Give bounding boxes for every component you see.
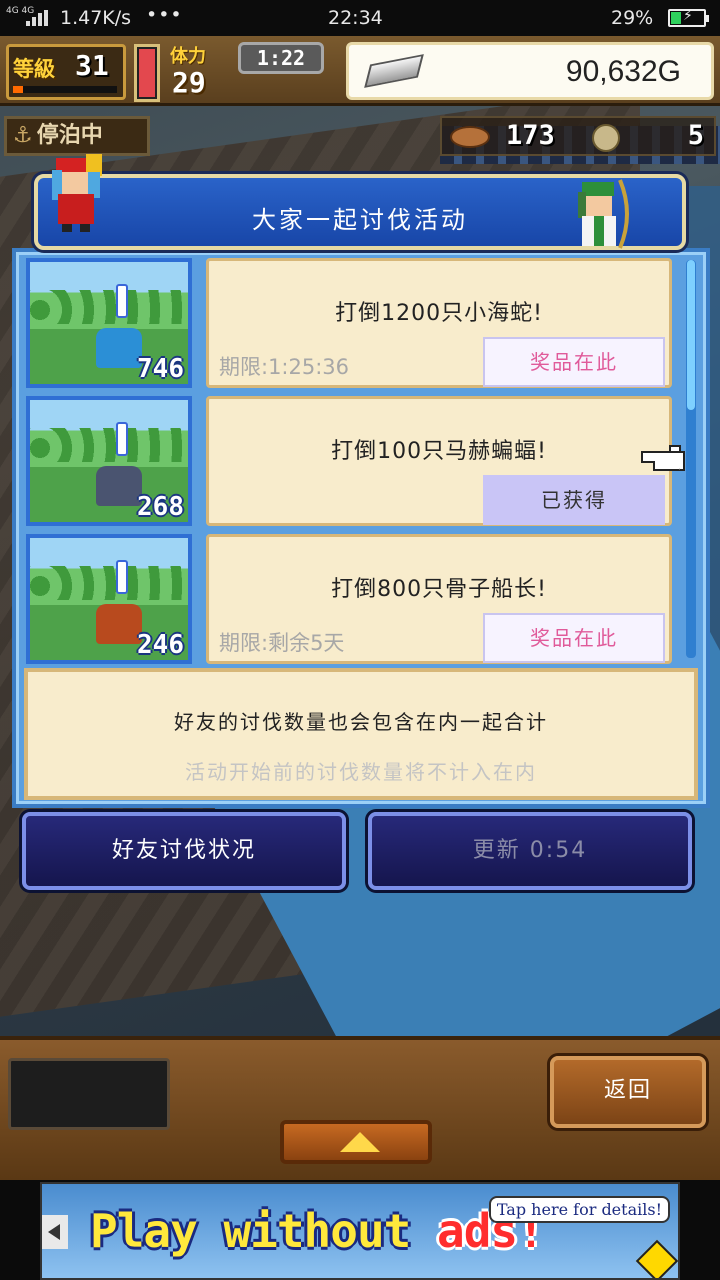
pirate-girl-icon xyxy=(52,154,102,232)
mission-goal: 打倒1200只小海蛇! xyxy=(335,301,543,326)
ship-status-row: ⚓ 停泊中 173 5 xyxy=(0,112,720,156)
note-line-2: 活动开始前的讨伐数量将不计入在内 xyxy=(185,760,537,784)
mission-deadline: 期限:1:25:36 xyxy=(219,355,350,379)
ad-details-tip[interactable]: Tap here for details! xyxy=(488,1196,670,1223)
kill-count: 746 xyxy=(137,354,184,384)
gold-panel[interactable]: 90,632G xyxy=(346,42,714,100)
friend-status-button[interactable]: 好友讨伐状况 xyxy=(22,812,346,890)
mission-row: 746 打倒1200只小海蛇! 期限:1:25:36 奖品在此 xyxy=(26,258,680,390)
mission-row: 268 打倒100只马赫蝙蝠! 已获得 xyxy=(26,396,680,528)
obtained-label: 已获得 xyxy=(483,475,665,525)
kill-count: 268 xyxy=(137,492,184,522)
stamina-label: 体力 xyxy=(170,46,206,67)
pointer-hand-icon xyxy=(641,445,685,471)
anchor-status-label: 停泊中 xyxy=(36,123,103,148)
top-hud: 等級 31 体力 29 1:22 90,632G xyxy=(0,36,720,106)
mission-row: 246 打倒800只骨子船长! 期限:剩余5天 奖品在此 xyxy=(26,534,680,666)
exclamation-icon xyxy=(116,560,128,594)
exp-bar xyxy=(13,86,117,93)
ad-title: Play without ads! xyxy=(90,1204,545,1258)
prize-button[interactable]: 奖品在此 xyxy=(483,613,665,663)
archer-icon xyxy=(578,179,629,249)
exclamation-icon xyxy=(116,422,128,456)
stamina-timer: 1:22 xyxy=(238,42,324,74)
clock: 22:34 xyxy=(328,7,383,29)
resource-bar: 173 5 xyxy=(440,116,716,156)
exclamation-icon xyxy=(116,284,128,318)
ad-badge-icon xyxy=(635,1239,678,1278)
coin-icon xyxy=(592,124,620,152)
battery-percent: 29% xyxy=(611,7,654,29)
ad-content[interactable]: Play without ads! Tap here for details! xyxy=(40,1182,680,1280)
signal-icon xyxy=(26,10,48,26)
mission-card: 打倒1200只小海蛇! 期限:1:25:36 奖品在此 xyxy=(206,258,672,388)
net-speed: 1.47K/s xyxy=(60,7,132,29)
anchor-icon: ⚓ xyxy=(13,123,33,148)
gold-value: 90,632G xyxy=(565,55,681,88)
silver-bar-icon xyxy=(364,54,424,88)
system-status-bar: 4G 4G 1.47K/s ••• 22:34 29% ⚡ xyxy=(0,0,720,36)
ad-banner[interactable]: Play without ads! Tap here for details! xyxy=(0,1180,720,1280)
expand-menu-button[interactable] xyxy=(280,1120,432,1164)
monster-icon xyxy=(96,604,142,644)
mission-goal: 打倒800只骨子船长! xyxy=(331,577,547,602)
mission-goal: 打倒100只马赫蝙蝠! xyxy=(331,439,547,464)
stamina-gauge xyxy=(134,44,160,102)
coin-value: 5 xyxy=(687,120,704,151)
prize-button[interactable]: 奖品在此 xyxy=(483,337,665,387)
more-dots-icon: ••• xyxy=(146,4,183,26)
mission-thumbnail: 746 xyxy=(26,258,192,388)
event-panel: 746 打倒1200只小海蛇! 期限:1:25:36 奖品在此 268 打倒10… xyxy=(12,248,710,808)
note-line-1: 好友的讨伐数量也会包含在内一起合计 xyxy=(174,710,548,734)
ad-title-main: Play without xyxy=(90,1204,438,1258)
battery-icon: ⚡ xyxy=(668,8,709,27)
stamina-value: 29 xyxy=(172,66,206,99)
level-value: 31 xyxy=(75,49,109,82)
mission-card: 打倒100只马赫蝙蝠! 已获得 xyxy=(206,396,672,526)
level-label: 等級 xyxy=(13,57,55,81)
back-button[interactable]: 返回 xyxy=(550,1056,706,1128)
cargo-value: 173 xyxy=(506,120,555,151)
meat-icon xyxy=(450,126,490,148)
empty-slot xyxy=(8,1058,170,1130)
monster-icon xyxy=(96,466,142,506)
mission-thumbnail: 268 xyxy=(26,396,192,526)
mission-thumbnail: 246 xyxy=(26,534,192,664)
event-note: 好友的讨伐数量也会包含在内一起合计 活动开始前的讨伐数量将不计入在内 xyxy=(24,668,698,800)
mission-card: 打倒800只骨子船长! 期限:剩余5天 奖品在此 xyxy=(206,534,672,664)
refresh-button[interactable]: 更新 0:54 xyxy=(368,812,692,890)
mission-deadline: 期限:剩余5天 xyxy=(219,631,345,655)
kill-count: 246 xyxy=(137,630,184,660)
monster-icon xyxy=(96,328,142,368)
ad-prev-arrow-icon[interactable] xyxy=(42,1215,68,1249)
up-arrow-icon xyxy=(340,1132,380,1152)
bottom-bar: 返回 xyxy=(0,1036,720,1180)
level-panel: 等級 31 xyxy=(6,44,126,100)
anchor-status: ⚓ 停泊中 xyxy=(4,116,150,156)
